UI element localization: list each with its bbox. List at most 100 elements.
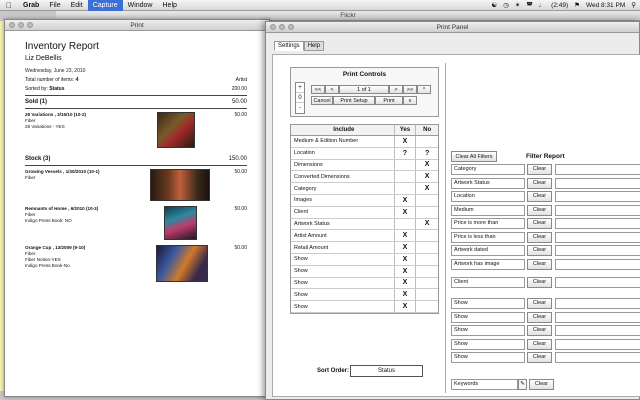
filter-value-field[interactable] bbox=[555, 231, 640, 243]
filter-clear-button[interactable]: Clear bbox=[527, 177, 552, 189]
filter-clear-button[interactable]: Clear bbox=[527, 338, 552, 350]
include-yes-cell[interactable]: X bbox=[395, 277, 417, 289]
include-yes-cell[interactable]: X bbox=[395, 242, 417, 253]
print-setup-button[interactable]: Print Setup bbox=[333, 96, 375, 105]
next-page-button[interactable]: > bbox=[389, 85, 403, 94]
include-yes-cell[interactable] bbox=[395, 159, 417, 171]
include-no-cell[interactable]: X bbox=[416, 160, 438, 171]
spotlight-icon[interactable]: ⚲ bbox=[631, 0, 636, 11]
include-no-cell[interactable] bbox=[416, 301, 438, 312]
filter-value-field[interactable] bbox=[555, 325, 640, 336]
clear-all-filters-button[interactable]: Clear All Filters bbox=[451, 151, 497, 162]
filter-clear-button[interactable]: Clear bbox=[527, 258, 552, 270]
battery-status[interactable]: (2:49) bbox=[551, 0, 568, 11]
menu-file[interactable]: File bbox=[44, 0, 65, 11]
filter-value-field[interactable] bbox=[555, 177, 640, 189]
apple-menu-icon[interactable]:  bbox=[0, 1, 18, 10]
include-yes-cell[interactable] bbox=[395, 218, 417, 230]
zoom-icon[interactable] bbox=[27, 22, 33, 28]
section-sold: Sold (1) 50.00 bbox=[25, 99, 247, 105]
include-yes-cell[interactable]: ? bbox=[395, 147, 417, 159]
increment-button[interactable]: + bbox=[296, 83, 304, 93]
keywords-clear-button[interactable]: Clear bbox=[529, 379, 554, 390]
filter-value-field[interactable] bbox=[555, 191, 640, 202]
tab-settings[interactable]: Settings bbox=[274, 41, 304, 51]
minimize-icon[interactable] bbox=[279, 24, 285, 30]
include-no-cell[interactable] bbox=[416, 278, 438, 289]
filter-clear-button[interactable]: Clear bbox=[527, 325, 552, 336]
include-no-cell[interactable] bbox=[416, 289, 438, 300]
filter-clear-button[interactable]: Clear bbox=[527, 298, 552, 309]
filter-value-field[interactable] bbox=[555, 338, 640, 350]
time-machine-icon[interactable]: ◷ bbox=[503, 0, 509, 11]
menu-grab[interactable]: Grab bbox=[18, 0, 44, 11]
wifi-icon[interactable]: ◚ bbox=[526, 0, 532, 11]
filter-clear-button[interactable]: Clear bbox=[527, 277, 552, 288]
include-yes-cell[interactable]: X bbox=[395, 206, 417, 218]
filter-value-field[interactable] bbox=[555, 164, 640, 175]
scroll-down-button[interactable]: v bbox=[403, 96, 417, 105]
include-yes-cell[interactable]: X bbox=[395, 194, 417, 206]
clock[interactable]: Wed 8:31 PM bbox=[586, 0, 625, 11]
flag-icon[interactable]: ⚑ bbox=[574, 0, 580, 11]
volume-icon[interactable]: ♩ bbox=[539, 0, 546, 11]
decrement-button[interactable]: - bbox=[296, 103, 304, 113]
tab-help[interactable]: Help bbox=[303, 41, 325, 51]
filter-value-field[interactable] bbox=[555, 277, 640, 288]
filter-clear-button[interactable]: Clear bbox=[527, 352, 552, 363]
pencil-icon[interactable]: ✎ bbox=[518, 379, 527, 390]
filter-value-field[interactable] bbox=[555, 352, 640, 363]
filter-clear-button[interactable]: Clear bbox=[527, 231, 552, 243]
include-no-cell[interactable] bbox=[416, 254, 438, 265]
include-no-cell[interactable]: X bbox=[416, 183, 438, 194]
filter-clear-button[interactable]: Clear bbox=[527, 245, 552, 256]
include-yes-cell[interactable]: X bbox=[395, 136, 417, 147]
filter-value-field[interactable] bbox=[555, 245, 640, 256]
include-yes-cell[interactable] bbox=[395, 171, 417, 183]
include-yes-cell[interactable]: X bbox=[395, 301, 417, 312]
prev-page-button[interactable]: < bbox=[325, 85, 339, 94]
filter-clear-button[interactable]: Clear bbox=[527, 311, 552, 323]
print-window-titlebar[interactable]: Print bbox=[5, 20, 269, 31]
menu-help[interactable]: Help bbox=[158, 0, 182, 11]
include-yes-cell[interactable]: X bbox=[395, 253, 417, 265]
filter-clear-button[interactable]: Clear bbox=[527, 191, 552, 202]
last-page-button[interactable]: >> bbox=[403, 85, 417, 94]
filter-clear-button[interactable]: Clear bbox=[527, 164, 552, 175]
bluetooth-icon[interactable]: ✶ bbox=[515, 0, 520, 11]
filter-value-field[interactable] bbox=[555, 311, 640, 323]
menu-capture[interactable]: Capture bbox=[87, 0, 123, 11]
include-no-cell[interactable] bbox=[416, 136, 438, 147]
include-no-cell[interactable] bbox=[416, 266, 438, 277]
filter-value-field[interactable] bbox=[555, 298, 640, 309]
zoom-icon[interactable] bbox=[288, 24, 294, 30]
sync-icon[interactable]: ☯ bbox=[491, 0, 497, 11]
include-yes-cell[interactable]: X bbox=[395, 265, 417, 277]
include-no-cell[interactable] bbox=[416, 195, 438, 206]
include-no-cell[interactable]: X bbox=[416, 219, 438, 230]
close-icon[interactable] bbox=[270, 24, 276, 30]
filter-clear-button[interactable]: Clear bbox=[527, 204, 552, 216]
menu-edit[interactable]: Edit bbox=[66, 0, 88, 11]
cancel-button[interactable]: Cancel bbox=[311, 96, 333, 105]
minimize-icon[interactable] bbox=[18, 22, 24, 28]
filter-value-field[interactable] bbox=[555, 218, 640, 229]
filter-clear-button[interactable]: Clear bbox=[527, 218, 552, 229]
include-yes-cell[interactable]: X bbox=[395, 289, 417, 301]
scroll-up-button[interactable]: ^ bbox=[417, 85, 431, 94]
include-yes-cell[interactable] bbox=[395, 183, 417, 194]
include-yes-cell[interactable]: X bbox=[395, 230, 417, 242]
filter-value-field[interactable] bbox=[555, 258, 640, 270]
sort-order-field[interactable]: Status bbox=[350, 365, 423, 377]
include-no-cell[interactable]: ? bbox=[416, 148, 438, 159]
print-panel-titlebar[interactable]: Print Panel bbox=[266, 22, 639, 33]
first-page-button[interactable]: << bbox=[311, 85, 325, 94]
include-no-cell[interactable] bbox=[416, 242, 438, 253]
menu-window[interactable]: Window bbox=[123, 0, 158, 11]
include-no-cell[interactable]: X bbox=[416, 171, 438, 182]
filter-value-field[interactable] bbox=[555, 204, 640, 216]
include-no-cell[interactable] bbox=[416, 207, 438, 218]
close-icon[interactable] bbox=[9, 22, 15, 28]
print-button[interactable]: Print bbox=[375, 96, 403, 105]
include-no-cell[interactable] bbox=[416, 230, 438, 241]
